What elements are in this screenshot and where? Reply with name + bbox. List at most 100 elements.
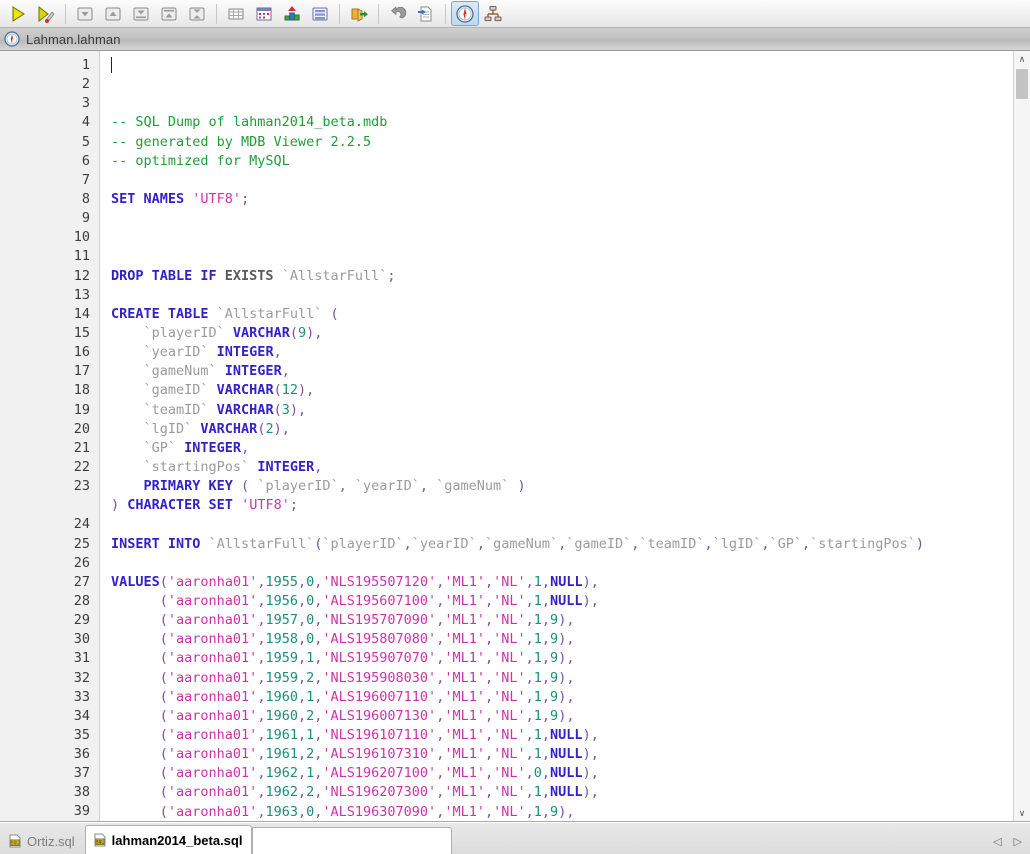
token-id: `AllstarFull` xyxy=(216,305,323,322)
token-id: `playerID` xyxy=(111,325,233,342)
import-document-button[interactable] xyxy=(412,1,440,26)
code-area[interactable]: -- SQL Dump of lahman2014_beta.mdb -- gen… xyxy=(100,51,1013,821)
token-num: 1 xyxy=(533,784,542,801)
token-pn: ), xyxy=(558,650,575,667)
code-line: `startingPos` INTEGER, xyxy=(111,458,1013,477)
token-pn: , xyxy=(338,478,355,495)
token-pn: , xyxy=(403,535,412,552)
token-cm: -- SQL Dump of lahman2014_beta.mdb xyxy=(111,114,388,131)
token-num: 3 xyxy=(281,401,290,418)
token-pn: , xyxy=(297,593,307,609)
token-pn: ), xyxy=(582,746,599,763)
tab-prev-arrow[interactable]: ◁ xyxy=(993,835,1001,848)
token-str: 'NL' xyxy=(493,765,526,782)
token-pn: ), xyxy=(582,765,599,782)
token-pn: , xyxy=(484,746,494,763)
collapse-down-button[interactable] xyxy=(127,1,155,26)
token-str: 'NL' xyxy=(493,612,526,629)
line-number: 12 xyxy=(73,267,90,284)
token-kw: DROP TABLE IF xyxy=(111,267,225,284)
token-pn: , xyxy=(541,650,551,667)
token-pn: ( xyxy=(111,803,168,820)
token-pn: , xyxy=(484,669,494,686)
token-num: 9 xyxy=(550,631,559,648)
scroll-down-arrow[interactable]: ∨ xyxy=(1014,805,1030,821)
line-number: 33 xyxy=(73,688,90,705)
token-num: 9 xyxy=(550,669,559,686)
token-str: 'ALS196207100' xyxy=(322,765,437,782)
collapse-up-button[interactable] xyxy=(155,1,183,26)
code-line: DROP TABLE IF EXISTS `AllstarFull`; xyxy=(111,267,1013,286)
token-pn: ), xyxy=(289,401,307,418)
undo-button[interactable] xyxy=(384,1,412,26)
token-kw: INTEGER xyxy=(257,459,315,475)
token-num: 1962 xyxy=(265,784,298,801)
token-str: 'ALS196107310' xyxy=(322,746,437,763)
sql-editor[interactable]: 1 2 3 4 5 6 7 8 9 10 11 12 13 14 15 16 17 18 19 20 21 22 23 24 2… xyxy=(0,51,1030,822)
file-tab-label: Ortiz.sql xyxy=(27,833,75,849)
toolbar-separator xyxy=(445,3,446,24)
toolbar-separator xyxy=(339,3,340,24)
token-str: 'ALS196307090' xyxy=(322,803,437,820)
token-pn: ( xyxy=(111,669,168,686)
token-num: 1955 xyxy=(265,573,298,590)
code-line: -- optimized for MySQL xyxy=(111,152,1013,171)
code-line: `GP` INTEGER, xyxy=(111,439,1013,458)
token-num: 0 xyxy=(533,765,542,782)
line-number: 35 xyxy=(73,726,90,743)
token-pn: , xyxy=(273,344,282,361)
token-num: 1959 xyxy=(265,669,298,686)
grid-view-button[interactable] xyxy=(222,1,250,26)
token-pn: ( xyxy=(111,746,168,763)
token-num: 2 xyxy=(265,420,274,437)
token-num: 1 xyxy=(533,669,542,686)
token-pn: , xyxy=(802,535,811,552)
tab-next-arrow[interactable]: ▷ xyxy=(1014,835,1022,848)
vertical-scroll-thumb[interactable] xyxy=(1016,69,1028,99)
chart-view-button[interactable] xyxy=(278,1,306,26)
token-pn: , xyxy=(541,803,551,820)
token-str: 'aaronha01' xyxy=(167,573,258,590)
execute-query-button[interactable] xyxy=(4,1,32,26)
token-str: 'NL' xyxy=(493,631,526,648)
code-line: CREATE TABLE `AllstarFull` ( xyxy=(111,305,1013,324)
file-tab[interactable]: SQL Ortiz.sql xyxy=(0,827,85,854)
calendar-view-button[interactable] xyxy=(250,1,278,26)
move-down-button[interactable] xyxy=(71,1,99,26)
code-line: ('aaronha01',1962,1,'ALS196207100','ML1'… xyxy=(111,764,1013,783)
token-id: `gameID` xyxy=(111,382,217,399)
line-number: 34 xyxy=(73,707,90,724)
code-line: ('aaronha01',1960,1,'ALS196007110','ML1'… xyxy=(111,688,1013,707)
vertical-scrollbar[interactable]: ∧ ∨ xyxy=(1013,51,1030,821)
token-pn: , xyxy=(297,707,307,724)
token-str: 'NLS195507120' xyxy=(322,573,437,590)
calendar-icon xyxy=(254,4,274,24)
code-line: ) CHARACTER SET 'UTF8'; xyxy=(111,496,1013,515)
move-up-button[interactable] xyxy=(99,1,127,26)
code-line: ('aaronha01',1961,1,'NLS196107110','ML1'… xyxy=(111,726,1013,745)
token-pn: ) xyxy=(111,497,128,514)
export-button[interactable] xyxy=(345,1,373,26)
token-num: 1 xyxy=(533,650,542,667)
line-number: 21 xyxy=(73,439,90,456)
code-line: `playerID` VARCHAR(9), xyxy=(111,324,1013,343)
token-pn: ), xyxy=(582,573,599,590)
token-nl: NULL xyxy=(550,765,583,782)
token-id: `yearID` xyxy=(411,535,477,552)
token-str: 'ML1' xyxy=(444,650,485,667)
token-num: 1958 xyxy=(265,631,298,648)
file-tab[interactable]: SQL lahman2014_beta.sql xyxy=(84,825,253,854)
form-view-button[interactable] xyxy=(306,1,334,26)
compass-icon xyxy=(455,4,475,24)
code-line: PRIMARY KEY ( `playerID`, `yearID`, `gam… xyxy=(111,477,1013,496)
token-pn: , xyxy=(525,631,534,648)
relationships-button[interactable] xyxy=(479,1,507,26)
token-str: 'UTF8' xyxy=(192,191,242,208)
navigator-button[interactable] xyxy=(451,1,479,26)
token-pn: , xyxy=(525,669,534,686)
collapse-all-button[interactable] xyxy=(183,1,211,26)
scroll-up-arrow[interactable]: ∧ xyxy=(1014,51,1030,67)
execute-and-edit-button[interactable] xyxy=(32,1,60,26)
